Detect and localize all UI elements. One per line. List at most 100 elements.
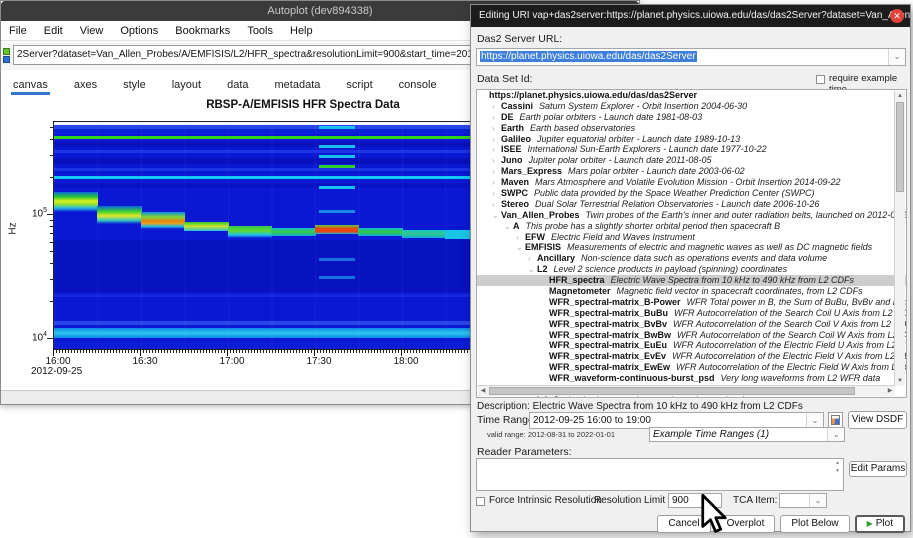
textarea-scroll-icons[interactable]: ▲▼: [833, 459, 842, 490]
menu-item-view[interactable]: View: [80, 25, 104, 37]
tree-item[interactable]: ›CassiniSaturn System Explorer - Orbit I…: [477, 101, 906, 112]
tree-item[interactable]: WFR_waveform-continuous-burst_psdVery lo…: [477, 373, 906, 384]
description-value: Electric Wave Spectra from 10 kHz to 490…: [533, 401, 803, 412]
y-axis-label: Hz: [8, 222, 19, 234]
tree-item[interactable]: WFR_spectral-matrix_BwBwWFR Autocorrelat…: [477, 330, 906, 341]
das2-server-url-combobox[interactable]: https://planet.physics.uiowa.edu/das/das…: [476, 48, 906, 66]
y-minor-tick: [50, 279, 53, 280]
horizontal-scroll-thumb[interactable]: [489, 387, 855, 395]
tree-item[interactable]: MagnetometerMagnetic field vector in spa…: [477, 286, 906, 297]
tree-item[interactable]: ›ISEEInternational Sun-Earth Explorers -…: [477, 144, 906, 155]
chevron-down-icon[interactable]: ⌄: [806, 413, 823, 428]
tab-style[interactable]: style: [121, 76, 148, 95]
x-major-tick: [314, 348, 315, 356]
tree-item[interactable]: ⌄AThis probe has a slightly shorter orbi…: [477, 221, 906, 232]
tree-item[interactable]: ›EarthEarth based observatories: [477, 123, 906, 134]
tree-item[interactable]: https://planet.physics.uiowa.edu/das/das…: [477, 90, 906, 101]
calendar-icon: [831, 415, 840, 425]
tree-item[interactable]: ⌄EMFISISMeasurements of electric and mag…: [477, 242, 906, 253]
tab-axes[interactable]: axes: [72, 76, 99, 95]
tree-item[interactable]: ›JunoJupiter polar orbiter - Launch date…: [477, 155, 906, 166]
tree-item-name: WFR_spectral-matrix_EwEw: [549, 362, 670, 372]
spectrogram-band: [54, 192, 98, 212]
plot-below-button[interactable]: Plot Below: [780, 515, 849, 533]
reader-parameters-textarea[interactable]: ▲▼: [476, 458, 844, 491]
tree-item-name: Ancillary: [537, 253, 575, 263]
reader-parameters-label: Reader Parameters:: [477, 446, 572, 458]
tab-console[interactable]: console: [397, 76, 439, 95]
menu-item-help[interactable]: Help: [290, 25, 313, 37]
tree-item[interactable]: ›GalileoJupiter equatorial orbiter - Lau…: [477, 134, 906, 145]
tree-item[interactable]: WFR_spectral-matrix_B-PowerWFR Total pow…: [477, 297, 906, 308]
tree-item[interactable]: HFR_spectraElectric Wave Spectra from 10…: [477, 275, 906, 286]
menu-item-file[interactable]: File: [9, 25, 27, 37]
tree-item-name: WFR_spectral-matrix_BwBw: [549, 330, 671, 340]
tree-item[interactable]: ›EFWElectric Field and Waves Instrument: [477, 232, 906, 243]
time-range-value: 2012-09-25 16:00 to 19:00: [533, 415, 651, 426]
tree-item[interactable]: ›MavenMars Atmosphere and Volatile Evolu…: [477, 177, 906, 188]
chevron-down-icon[interactable]: ⌄: [827, 428, 844, 441]
tab-metadata[interactable]: metadata: [273, 76, 323, 95]
x-major-tick: [140, 348, 141, 356]
force-intrinsic-resolution-checkbox[interactable]: [476, 497, 485, 506]
spectrogram-band: [319, 126, 355, 129]
tab-layout[interactable]: layout: [170, 76, 203, 95]
menu-item-edit[interactable]: Edit: [44, 25, 63, 37]
tree-item[interactable]: WFR_spectral-matrix_BuBuWFR Autocorrelat…: [477, 308, 906, 319]
require-example-time-checkbox[interactable]: [816, 75, 825, 84]
tree-item-name: EMFISIS: [525, 242, 561, 252]
tree-item-description: Electric Wave Spectra from 10 kHz to 490…: [611, 275, 854, 285]
description-line: Description: Electric Wave Spectra from …: [477, 401, 803, 412]
tree-item[interactable]: ›AncillaryNon-science data such as opera…: [477, 253, 906, 264]
tree-item[interactable]: WFR_spectral-matrix_BvBvWFR Autocorrelat…: [477, 319, 906, 330]
tree-item-description: Mars Atmosphere and Volatile Evolution M…: [535, 177, 840, 187]
chevron-down-icon[interactable]: ⌄: [809, 494, 826, 507]
chevron-collapsed-icon[interactable]: ›: [528, 396, 537, 398]
vertical-scroll-thumb[interactable]: [896, 102, 904, 192]
scroll-left-icon[interactable]: ◀: [478, 386, 488, 396]
screenshot-stage: Autoplot (dev894338) FileEditViewOptions…: [0, 0, 913, 538]
tree-item-name: EFW: [525, 232, 545, 242]
view-dsdf-button[interactable]: View DSDF: [848, 411, 907, 429]
tca-item-label: TCA Item:: [733, 495, 777, 506]
close-icon[interactable]: ✕: [890, 9, 904, 23]
tree-vertical-scrollbar[interactable]: ▲ ▼: [894, 91, 905, 386]
x-major-tick: [401, 348, 402, 356]
tree-item-description: Measurements of electric and magnetic wa…: [567, 242, 872, 252]
tab-script[interactable]: script: [344, 76, 374, 95]
tree-item[interactable]: ›SWPCPublic data provided by the Space W…: [477, 188, 906, 199]
scroll-right-icon[interactable]: ▶: [885, 386, 895, 396]
tca-item-combobox[interactable]: ⌄: [779, 493, 827, 508]
tree-item-description: WFR Total power in B, the Sum of BuBu, B…: [687, 297, 907, 307]
tree-horizontal-scrollbar[interactable]: ◀ ▶: [478, 385, 895, 396]
tree-item-description: Jupiter polar orbiter - Launch date 2011…: [529, 155, 712, 165]
scroll-up-icon[interactable]: ▲: [895, 91, 905, 101]
calendar-button[interactable]: [828, 412, 843, 428]
plot-button[interactable]: ▶Plot: [855, 515, 905, 533]
y-major-tick: [47, 214, 53, 215]
tree-item-description: Jupiter equatorial orbiter - Launch date…: [537, 134, 740, 144]
tree-item-name: L2: [537, 264, 548, 274]
tree-item[interactable]: ⌄L2Level 2 science products in payload (…: [477, 264, 906, 275]
scroll-down-icon[interactable]: ▼: [895, 376, 905, 386]
menu-item-options[interactable]: Options: [120, 25, 158, 37]
tree-item[interactable]: WFR_spectral-matrix_EuEuWFR Autocorrelat…: [477, 340, 906, 351]
tree-item[interactable]: ⌄Van_Allen_ProbesTwin probes of the Eart…: [477, 210, 906, 221]
tree-item[interactable]: WFR_spectral-matrix_EwEwWFR Autocorrelat…: [477, 362, 906, 373]
dialog-titlebar[interactable]: Editing URI vap+das2server:https://plane…: [471, 5, 910, 27]
menu-item-bookmarks[interactable]: Bookmarks: [175, 25, 230, 37]
edit-params-button[interactable]: Edit Params: [849, 461, 907, 477]
example-time-ranges-combobox[interactable]: Example Time Ranges (1) ⌄: [649, 427, 845, 442]
tree-item[interactable]: ›Mars_ExpressMars polar orbiter - Launch…: [477, 166, 906, 177]
tab-canvas[interactable]: canvas: [11, 76, 50, 95]
y-minor-tick: [50, 127, 53, 128]
tree-item[interactable]: WFR_spectral-matrix_EvEvWFR Autocorrelat…: [477, 351, 906, 362]
tree-item-description: WFR Autocorrelation of the Search Coil V…: [673, 319, 907, 329]
example-time-ranges-value: Example Time Ranges (1): [653, 429, 769, 440]
chevron-down-icon[interactable]: ⌄: [888, 49, 905, 65]
tree-item[interactable]: ›DEEarth polar orbiters - Launch date 19…: [477, 112, 906, 123]
tree-item[interactable]: ›StereoDual Solar Terrestrial Relation O…: [477, 199, 906, 210]
dataset-tree[interactable]: https://planet.physics.uiowa.edu/das/das…: [476, 89, 907, 398]
tab-data[interactable]: data: [225, 76, 250, 95]
menu-item-tools[interactable]: Tools: [247, 25, 273, 37]
